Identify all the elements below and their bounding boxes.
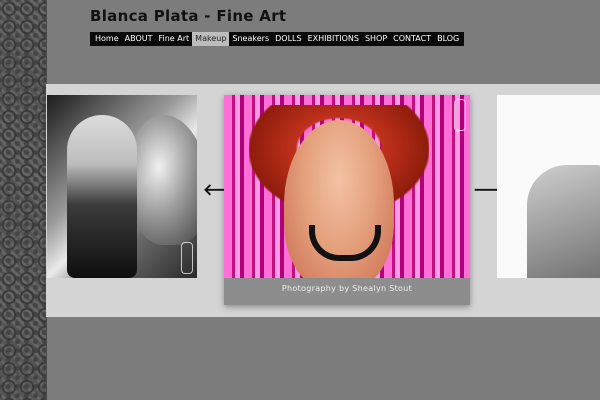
nav-item-blog[interactable]: BLOG	[434, 32, 462, 46]
decorative-lace-border	[0, 0, 47, 400]
makeup-photo	[224, 95, 470, 278]
nav-item-dolls[interactable]: DOLLS	[272, 32, 304, 46]
nav-item-shop[interactable]: SHOP	[362, 32, 390, 46]
nav-item-sneakers[interactable]: Sneakers	[229, 32, 272, 46]
fairy-wing-image	[127, 115, 197, 245]
signature-watermark	[181, 242, 193, 274]
nav-item-exhibitions[interactable]: EXHIBITIONS	[305, 32, 362, 46]
gallery-slide-current[interactable]: Photography by Shealyn Stout	[224, 95, 470, 305]
arrow-left-icon[interactable]: 🡐	[203, 181, 246, 199]
signature-watermark	[454, 99, 466, 131]
page: Blanca Plata - Fine Art Home ABOUT Fine …	[0, 0, 600, 400]
arrow-right-icon[interactable]: 🡒	[473, 181, 516, 199]
nav-item-home[interactable]: Home	[92, 32, 122, 46]
nav-item-contact[interactable]: CONTACT	[390, 32, 434, 46]
gallery-slide-previous[interactable]	[47, 95, 197, 278]
nav-item-fine-art[interactable]: Fine Art	[155, 32, 192, 46]
site-title[interactable]: Blanca Plata - Fine Art	[90, 7, 286, 25]
gallery-slide-next[interactable]	[497, 95, 600, 278]
nav-item-makeup[interactable]: Makeup	[192, 32, 230, 46]
photo-caption: Photography by Shealyn Stout	[281, 284, 413, 293]
nav-item-about[interactable]: ABOUT	[122, 32, 156, 46]
model-figure-image	[67, 115, 137, 278]
main-nav: Home ABOUT Fine Art Makeup Sneakers DOLL…	[90, 32, 465, 46]
model-arm-image	[527, 165, 600, 278]
